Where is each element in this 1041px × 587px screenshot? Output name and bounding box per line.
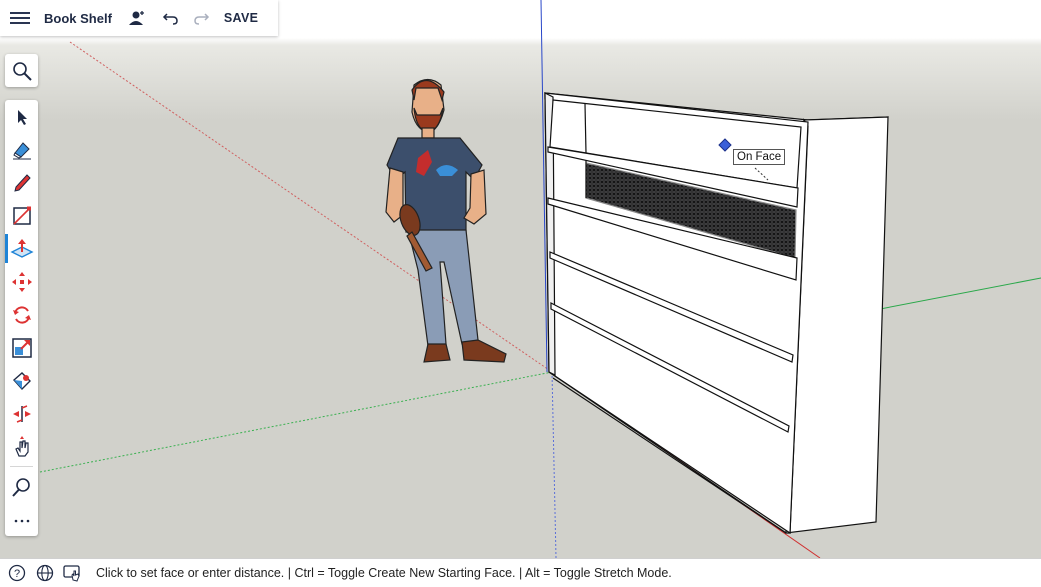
model-viewport[interactable]: On Face <box>0 0 1041 558</box>
inference-tooltip: On Face <box>733 149 786 165</box>
rotate-icon[interactable] <box>5 298 38 331</box>
section-plane-icon[interactable] <box>5 397 38 430</box>
search-icon[interactable] <box>5 54 38 87</box>
save-button[interactable]: SAVE <box>224 11 258 25</box>
blue-axis-negative <box>551 371 557 558</box>
redo-icon[interactable] <box>190 7 212 29</box>
rectangle-icon[interactable] <box>5 199 38 232</box>
status-bar: ? Click to set face or enter distance. |… <box>0 558 1041 587</box>
pan-icon[interactable] <box>5 430 38 463</box>
undo-icon[interactable] <box>160 7 182 29</box>
document-title: Book Shelf <box>44 10 112 26</box>
user-icon[interactable] <box>126 7 148 29</box>
search-panel <box>5 54 38 87</box>
help-icon[interactable]: ? <box>6 562 28 584</box>
model-scene[interactable] <box>0 0 1041 558</box>
eraser-icon[interactable] <box>5 133 38 166</box>
zoom-icon[interactable] <box>5 470 38 503</box>
scale-icon[interactable] <box>5 331 38 364</box>
more-icon[interactable] <box>5 503 38 536</box>
pencil-icon[interactable] <box>5 166 38 199</box>
select-icon[interactable] <box>5 100 38 133</box>
svg-text:?: ? <box>14 568 20 580</box>
push-pull-icon[interactable] <box>5 232 38 265</box>
menu-icon[interactable] <box>10 9 30 27</box>
green-axis-positive <box>874 277 1041 311</box>
instructor-icon[interactable] <box>62 562 84 584</box>
tool-palette <box>5 100 38 536</box>
bookshelf-model <box>544 92 889 535</box>
paint-bucket-icon[interactable] <box>5 364 38 397</box>
scale-figure <box>385 78 507 363</box>
top-toolbar: Book Shelf SAVE <box>0 0 278 36</box>
move-icon[interactable] <box>5 265 38 298</box>
status-message: Click to set face or enter distance. | C… <box>96 566 672 580</box>
green-axis-negative <box>39 371 553 473</box>
tool-separator <box>10 466 33 467</box>
globe-icon[interactable] <box>34 562 56 584</box>
